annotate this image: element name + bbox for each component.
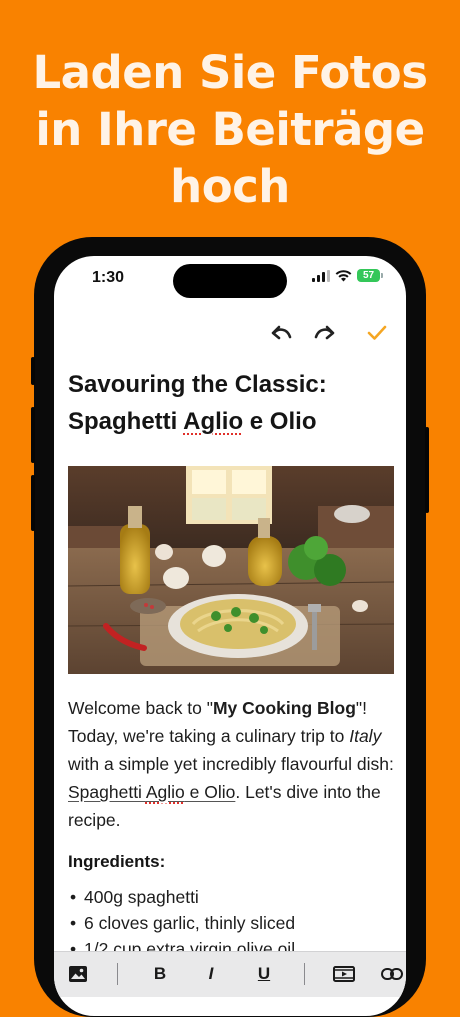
post-title-line-1: Savouring the Classic: bbox=[68, 371, 327, 398]
dish-link[interactable]: Spaghetti Aglio e Olio bbox=[68, 782, 235, 802]
undo-button[interactable] bbox=[266, 318, 296, 348]
battery-indicator: 57 bbox=[357, 269, 383, 282]
misspelled-word: Aglio bbox=[183, 408, 244, 435]
volume-down-button bbox=[31, 475, 35, 531]
blog-name-bold: My Cooking Blog bbox=[212, 698, 356, 718]
redo-icon bbox=[314, 325, 335, 340]
insert-video-button[interactable] bbox=[329, 960, 359, 988]
post-title-line-2-start: Spaghetti bbox=[68, 408, 184, 435]
list-item: 6 cloves garlic, thinly sliced bbox=[68, 910, 394, 936]
promo-line-1: Laden Sie Fotos bbox=[32, 46, 428, 99]
done-button[interactable] bbox=[362, 318, 392, 348]
list-item: 400g spaghetti bbox=[68, 884, 394, 910]
misspelled-word: Aglio bbox=[145, 782, 185, 802]
mute-switch bbox=[31, 357, 35, 385]
post-title-line-2-end: e Olio bbox=[243, 408, 317, 435]
video-icon bbox=[333, 966, 355, 982]
status-time: 1:30 bbox=[92, 269, 125, 286]
insert-image-button[interactable] bbox=[64, 960, 92, 988]
app-screen: 1:30 57 Savouring the Classic: Spaghetti… bbox=[54, 256, 406, 1016]
link-text: e Olio bbox=[184, 782, 236, 802]
underline-button[interactable]: U bbox=[250, 960, 278, 988]
signal-icon bbox=[312, 269, 330, 282]
wifi-icon bbox=[335, 269, 352, 281]
phone-frame: 1:30 57 Savouring the Classic: Spaghetti… bbox=[31, 237, 429, 1017]
link-text: Spaghetti bbox=[68, 782, 146, 802]
italic-word: Italy bbox=[349, 726, 382, 746]
paragraph-text: with a simple yet incredibly flavourful … bbox=[68, 754, 394, 774]
link-icon bbox=[381, 968, 403, 980]
power-button bbox=[425, 427, 429, 513]
redo-button[interactable] bbox=[310, 318, 340, 348]
undo-icon bbox=[271, 325, 292, 340]
italic-button[interactable]: I bbox=[197, 960, 225, 988]
promo-headline: Laden Sie Fotos in Ihre Beiträge hoch bbox=[0, 44, 460, 215]
spaghetti-photo bbox=[68, 466, 394, 674]
bold-button[interactable]: B bbox=[146, 960, 174, 988]
insert-link-button[interactable] bbox=[380, 960, 404, 988]
editor-top-toolbar bbox=[54, 312, 406, 352]
checkmark-icon bbox=[367, 325, 387, 340]
dynamic-island bbox=[173, 264, 287, 298]
formatting-toolbar: B I U bbox=[54, 951, 406, 997]
status-icons: 57 bbox=[312, 269, 383, 282]
post-editor-content[interactable]: Savouring the Classic: Spaghetti Aglio e… bbox=[68, 366, 394, 962]
post-image[interactable] bbox=[68, 466, 394, 674]
toolbar-divider bbox=[304, 963, 305, 985]
post-paragraph[interactable]: Welcome back to "My Cooking Blog"! Today… bbox=[68, 694, 394, 834]
image-icon bbox=[69, 966, 87, 982]
promo-line-3: hoch bbox=[170, 160, 290, 213]
volume-up-button bbox=[31, 407, 35, 463]
promo-line-2: in Ihre Beiträge bbox=[35, 103, 425, 156]
paragraph-text: Welcome back to " bbox=[68, 698, 213, 718]
post-title[interactable]: Savouring the Classic: Spaghetti Aglio e… bbox=[68, 366, 394, 440]
toolbar-divider bbox=[117, 963, 118, 985]
ingredients-heading: Ingredients: bbox=[68, 852, 166, 871]
